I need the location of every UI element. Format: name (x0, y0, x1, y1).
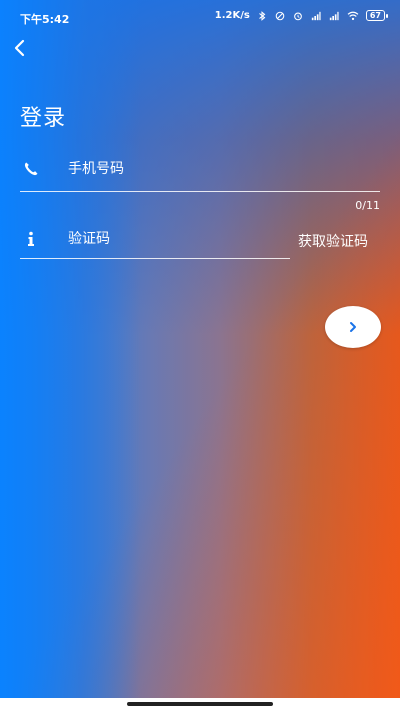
get-code-button[interactable]: 获取验证码 (298, 231, 368, 251)
battery-level: 67 (365, 10, 385, 21)
code-field (20, 228, 290, 250)
bluetooth-icon (259, 10, 266, 21)
page-title: 登录 (20, 106, 67, 131)
chevron-right-icon (350, 322, 356, 332)
info-icon (20, 228, 42, 250)
network-speed: 1.2K/s (214, 10, 250, 21)
phone-icon (20, 158, 42, 180)
sim1-signal-icon (311, 11, 321, 20)
dnd-icon (275, 11, 285, 20)
status-time: 下午5:42 (20, 13, 70, 26)
submit-button[interactable] (325, 306, 381, 348)
status-icons: 1.2K/s 67 (215, 10, 388, 21)
phone-input[interactable] (68, 161, 268, 177)
wifi-icon (347, 11, 359, 20)
login-screen: 下午5:42 1.2K/s 67 登录 手机号码 0/11 验证码 获取验证码 (0, 0, 400, 698)
phone-char-counter: 0/11 (355, 199, 380, 212)
battery-icon: 67 (365, 10, 388, 21)
phone-underline (20, 191, 380, 192)
sim2-signal-icon (329, 11, 339, 20)
alarm-icon (293, 12, 302, 20)
phone-field (20, 158, 380, 180)
status-bar: 下午5:42 1.2K/s 67 (0, 0, 400, 28)
home-indicator (127, 702, 273, 706)
code-underline (20, 258, 290, 259)
code-input[interactable] (68, 231, 268, 247)
chevron-left-icon[interactable] (10, 38, 30, 58)
